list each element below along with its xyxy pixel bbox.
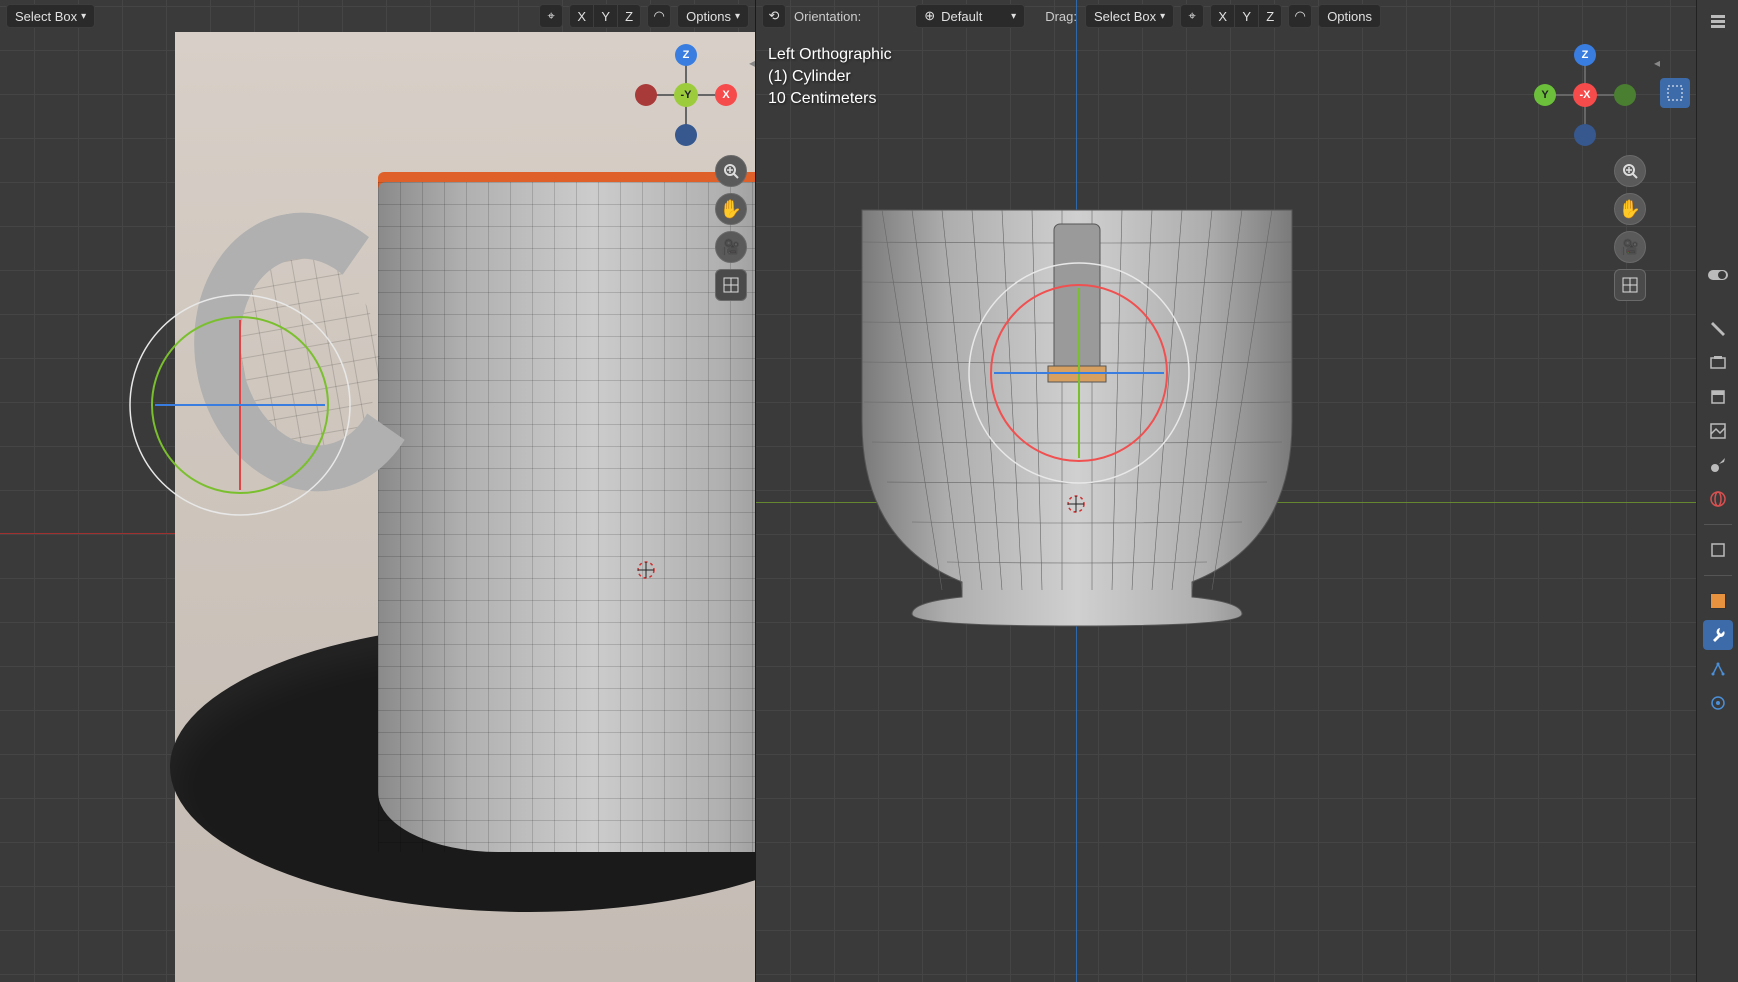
options-dropdown[interactable]: Options ▾ (677, 4, 749, 28)
perspective-toggle-icon[interactable] (715, 269, 747, 301)
options-label: Options (1327, 9, 1372, 24)
viewport-controls-left: ✋ 🎥 (715, 155, 747, 301)
magnet-icon: ⌖ (547, 8, 554, 24)
gizmo-neg-x-handle[interactable] (635, 84, 657, 106)
svg-text:-Y: -Y (681, 89, 693, 101)
axis-z-button[interactable]: Z (1258, 4, 1282, 28)
gizmo-neg-z-handle[interactable] (1574, 124, 1596, 146)
axis-constraint-group: X Y Z (569, 4, 641, 28)
cursor-3d (636, 560, 656, 580)
view-info-overlay: Left Orthographic (1) Cylinder 10 Centim… (768, 44, 892, 110)
orientation-label: Orientation: (792, 9, 863, 24)
navigation-gizmo[interactable]: X Z -Y (631, 40, 741, 150)
svg-text:X: X (722, 89, 730, 101)
select-mode-label: Select Box (15, 9, 77, 24)
render-tab-icon[interactable] (1703, 348, 1733, 378)
viewport-left[interactable]: Select Box ▾ ⌖ X Y Z ◠ Options ▾ (0, 0, 756, 982)
options-dropdown[interactable]: Options (1318, 4, 1381, 28)
options-label: Options (686, 9, 731, 24)
viewport-header-right: ⟲ Orientation: ⊕ Default ▾ Drag: Select … (756, 0, 1696, 32)
orientation-icon: ⟲ (769, 8, 780, 24)
active-tool-indicator[interactable] (1660, 78, 1690, 108)
drag-select-mode-dropdown[interactable]: Select Box ▾ (1085, 4, 1174, 28)
orientation-dropdown[interactable]: ⊕ Default ▾ (915, 4, 1025, 28)
svg-text:Z: Z (1582, 49, 1589, 61)
viewport-controls-right: ✋ 🎥 (1614, 155, 1646, 301)
active-object: (1) Cylinder (768, 66, 892, 88)
axis-line-x (0, 533, 175, 534)
globe-icon: ⊕ (924, 8, 935, 24)
viewport-header-left: Select Box ▾ ⌖ X Y Z ◠ Options ▾ (0, 0, 755, 32)
area-split-handle[interactable]: ◂▸ (749, 56, 756, 70)
camera-icon[interactable]: 🎥 (1614, 231, 1646, 263)
pan-icon[interactable]: ✋ (1614, 193, 1646, 225)
proportional-edit-toggle[interactable]: ◠ (647, 4, 671, 28)
orientation-icon-button[interactable]: ⟲ (762, 4, 786, 28)
svg-text:Z: Z (683, 49, 690, 61)
cursor-3d (1066, 494, 1086, 514)
rotate-gizmo[interactable] (964, 258, 1194, 491)
tool-tab-icon[interactable] (1703, 314, 1733, 344)
axis-x-button[interactable]: X (1210, 4, 1234, 28)
rotate-gizmo[interactable] (125, 290, 355, 523)
axis-y-button[interactable]: Y (1234, 4, 1258, 28)
grid-scale: 10 Centimeters (768, 88, 892, 110)
proportional-icon: ◠ (653, 8, 664, 24)
view-name: Left Orthographic (768, 44, 892, 66)
snapping-toggle[interactable]: ⌖ (539, 4, 563, 28)
item-panel-toggle[interactable] (1703, 260, 1733, 290)
axis-z-button[interactable]: Z (617, 4, 641, 28)
viewport-right[interactable]: ⟲ Orientation: ⊕ Default ▾ Drag: Select … (756, 0, 1696, 982)
modifier-tab-icon[interactable] (1703, 620, 1733, 650)
magnet-icon: ⌖ (1189, 8, 1196, 24)
options-icon[interactable] (1703, 6, 1733, 36)
divider (1704, 524, 1732, 525)
drag-select-label: Select Box (1094, 9, 1156, 24)
svg-text:-X: -X (1580, 89, 1592, 101)
zoom-icon[interactable] (715, 155, 747, 187)
physics-tab-icon[interactable] (1703, 688, 1733, 718)
chevron-down-icon: ▾ (1011, 11, 1016, 22)
pan-icon[interactable]: ✋ (715, 193, 747, 225)
zoom-icon[interactable] (1614, 155, 1646, 187)
select-mode-dropdown[interactable]: Select Box ▾ (6, 4, 95, 28)
output-tab-icon[interactable] (1703, 382, 1733, 412)
particles-tab-icon[interactable] (1703, 654, 1733, 684)
snapping-toggle[interactable]: ⌖ (1180, 4, 1204, 28)
perspective-toggle-icon[interactable] (1614, 269, 1646, 301)
properties-tab-rail (1696, 0, 1738, 982)
divider (1704, 575, 1732, 576)
gizmo-neg-y-handle[interactable] (1614, 84, 1636, 106)
axis-y-button[interactable]: Y (593, 4, 617, 28)
chevron-down-icon: ▾ (81, 11, 86, 22)
scene-render-left (0, 32, 755, 982)
proportional-icon: ◠ (1295, 8, 1306, 24)
object-tab-icon[interactable] (1703, 535, 1733, 565)
world-tab-icon[interactable] (1703, 484, 1733, 514)
navigation-gizmo[interactable]: Y Z -X (1530, 40, 1640, 150)
select-box-icon (1666, 84, 1684, 102)
scene-tab-icon[interactable] (1703, 450, 1733, 480)
chevron-down-icon: ▾ (1160, 11, 1165, 22)
gizmo-neg-z-handle[interactable] (675, 124, 697, 146)
orientation-value: Default (941, 9, 982, 24)
viewlayer-tab-icon[interactable] (1703, 416, 1733, 446)
chevron-down-icon: ▾ (735, 11, 740, 22)
area-split-handle[interactable]: ◂ (1654, 56, 1660, 70)
camera-icon[interactable]: 🎥 (715, 231, 747, 263)
drag-label: Drag: (1043, 9, 1079, 24)
axis-x-button[interactable]: X (569, 4, 593, 28)
svg-text:Y: Y (1541, 89, 1549, 101)
object-data-tab-icon[interactable] (1703, 586, 1733, 616)
proportional-edit-toggle[interactable]: ◠ (1288, 4, 1312, 28)
axis-constraint-group: X Y Z (1210, 4, 1282, 28)
